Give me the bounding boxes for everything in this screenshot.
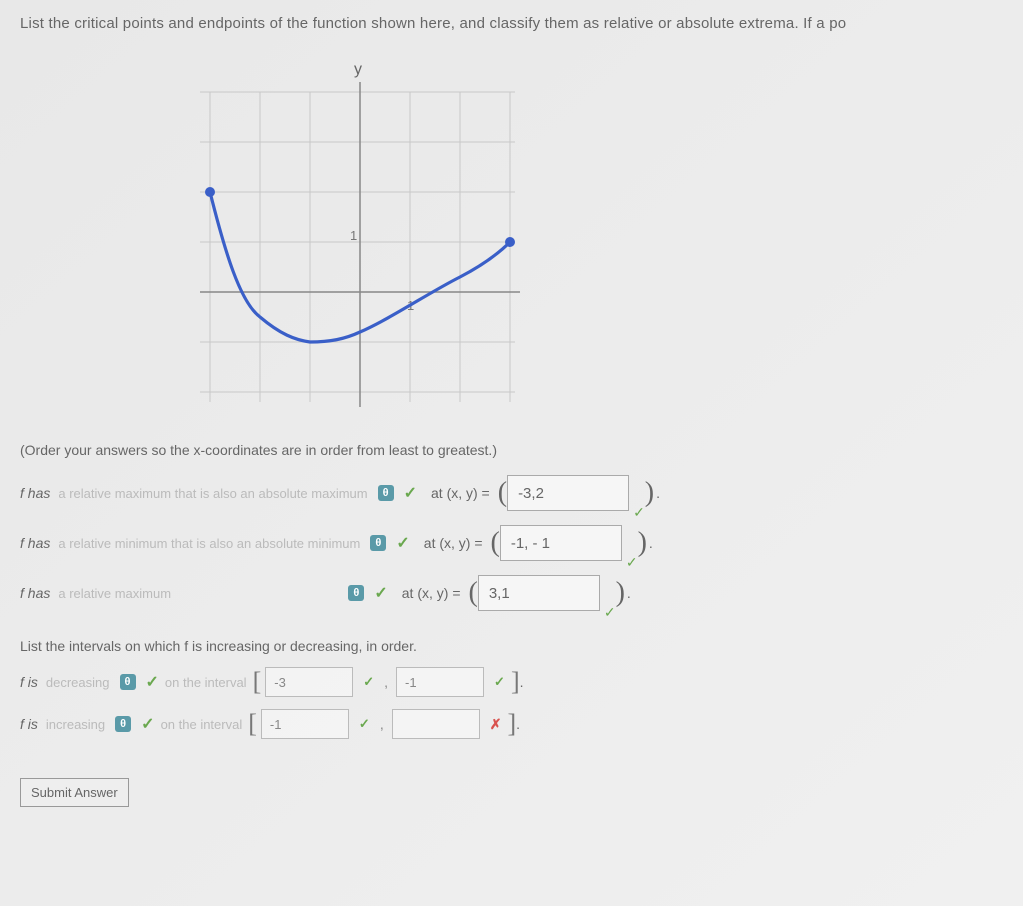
comma: , xyxy=(384,674,388,690)
f-has-label: f has xyxy=(20,535,50,551)
check-icon: ✓ xyxy=(604,604,616,621)
f-is-label: f is xyxy=(20,674,38,690)
period: . xyxy=(649,535,653,551)
comma: , xyxy=(380,716,384,732)
f-has-label: f has xyxy=(20,585,50,601)
open-bracket: [ xyxy=(248,709,257,739)
svg-text:y: y xyxy=(354,61,362,78)
answer-input[interactable]: -1, - 1 xyxy=(500,525,622,561)
open-paren: ( xyxy=(498,477,507,509)
check-icon: ✓ xyxy=(146,672,159,692)
period: . xyxy=(520,674,524,690)
order-instruction: (Order your answers so the x-coordinates… xyxy=(20,442,1003,458)
theta-icon[interactable]: θ xyxy=(370,535,386,551)
extrema-row: f has a relative maximum that is also an… xyxy=(20,473,1003,513)
on-interval-label: on the interval xyxy=(161,717,243,732)
interval-input-b[interactable]: -1 xyxy=(396,667,484,697)
open-bracket: [ xyxy=(253,667,262,697)
x-icon: ✗ xyxy=(490,716,502,733)
interval-input-b[interactable] xyxy=(392,709,480,739)
dropdown-selected[interactable]: a relative maximum xyxy=(58,586,338,601)
close-bracket: ] xyxy=(511,667,520,697)
interval-input-a[interactable]: -1 xyxy=(261,709,349,739)
check-icon: ✓ xyxy=(363,674,374,690)
at-label: at (x, y) = xyxy=(424,535,483,551)
theta-icon[interactable]: θ xyxy=(348,585,364,601)
period: . xyxy=(516,716,520,732)
check-icon: ✓ xyxy=(396,533,409,553)
dropdown-selected[interactable]: decreasing xyxy=(46,675,110,690)
graph-container: y x 1 1 xyxy=(140,52,1003,412)
submit-button[interactable]: Submit Answer xyxy=(20,778,129,807)
close-bracket: ] xyxy=(507,709,516,739)
close-paren: ) xyxy=(638,527,647,559)
svg-text:1: 1 xyxy=(350,228,357,243)
open-paren: ( xyxy=(491,527,500,559)
extrema-row: f has a relative maximum θ ✓ at (x, y) =… xyxy=(20,573,1003,613)
period: . xyxy=(656,485,660,501)
check-icon: ✓ xyxy=(404,483,417,503)
answer-input[interactable]: -3,2 xyxy=(507,475,629,511)
open-paren: ( xyxy=(469,577,478,609)
check-icon: ✓ xyxy=(359,716,370,732)
check-icon: ✓ xyxy=(494,674,505,690)
theta-icon[interactable]: θ xyxy=(120,674,136,690)
period: . xyxy=(627,585,631,601)
check-icon: ✓ xyxy=(626,554,638,571)
check-icon: ✓ xyxy=(141,714,154,734)
answer-input[interactable]: 3,1 xyxy=(478,575,600,611)
f-has-label: f has xyxy=(20,485,50,501)
dropdown-selected[interactable]: a relative maximum that is also an absol… xyxy=(58,486,367,501)
theta-icon[interactable]: θ xyxy=(378,485,394,501)
on-interval-label: on the interval xyxy=(165,675,247,690)
at-label: at (x, y) = xyxy=(431,485,490,501)
check-icon: ✓ xyxy=(374,583,387,603)
extrema-row: f has a relative minimum that is also an… xyxy=(20,523,1003,563)
close-paren: ) xyxy=(616,577,625,609)
question-text: List the critical points and endpoints o… xyxy=(20,15,1003,32)
dropdown-selected[interactable]: increasing xyxy=(46,717,105,732)
interval-input-a[interactable]: -3 xyxy=(265,667,353,697)
dropdown-selected[interactable]: a relative minimum that is also an absol… xyxy=(58,536,360,551)
theta-icon[interactable]: θ xyxy=(115,716,131,732)
function-graph: y x 1 1 xyxy=(140,52,520,412)
at-label: at (x, y) = xyxy=(402,585,461,601)
check-icon: ✓ xyxy=(633,504,645,521)
f-is-label: f is xyxy=(20,716,38,732)
intervals-label: List the intervals on which f is increas… xyxy=(20,638,1003,654)
interval-row: f is increasing θ ✓ on the interval [ -1… xyxy=(20,706,1003,742)
close-paren: ) xyxy=(645,477,654,509)
interval-row: f is decreasing θ ✓ on the interval [ -3… xyxy=(20,664,1003,700)
